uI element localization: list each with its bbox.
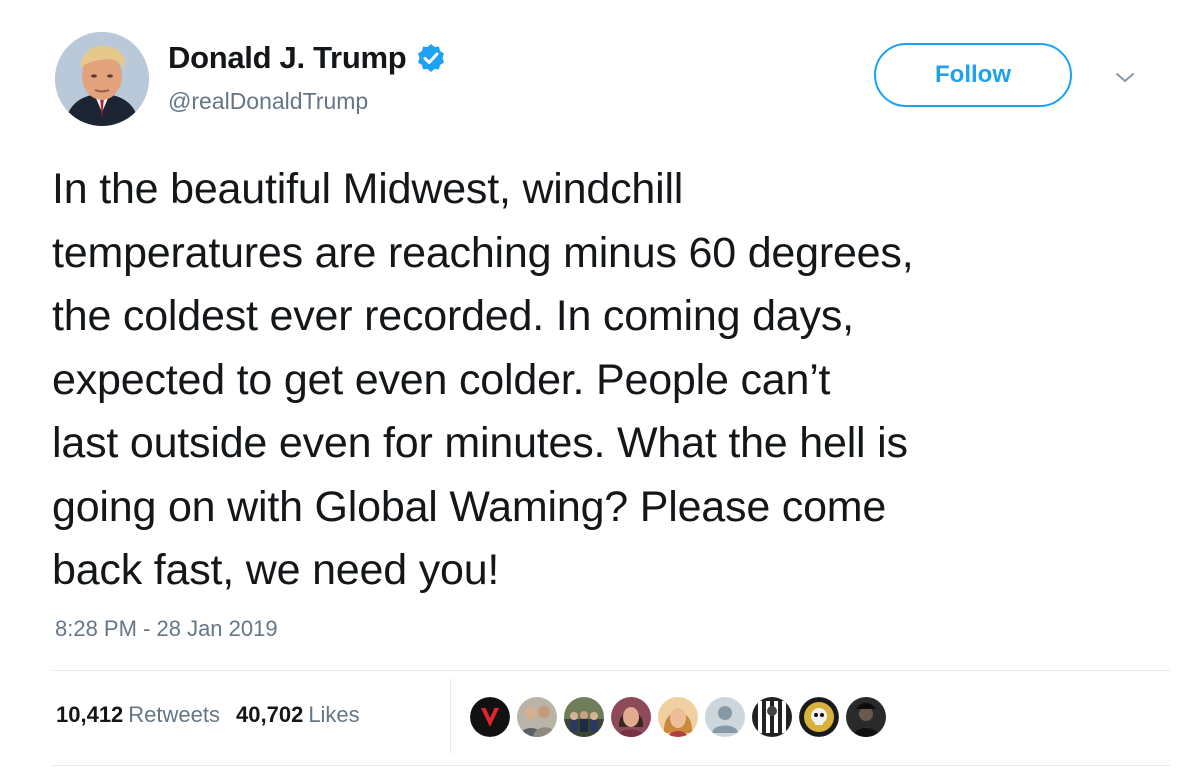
likes-label: Likes bbox=[308, 702, 360, 727]
blonde-woman-avatar[interactable] bbox=[658, 697, 698, 737]
likes-count: 40,702 bbox=[236, 702, 304, 727]
author-display-name[interactable]: Donald J. Trump bbox=[168, 40, 407, 76]
stats-separator bbox=[450, 678, 451, 754]
divider bbox=[52, 765, 1170, 766]
tweet-card: Donald J. Trump @realDonaldTrump Follow … bbox=[0, 0, 1200, 775]
author-name-row: Donald J. Trump bbox=[168, 40, 446, 76]
follow-button[interactable]: Follow bbox=[874, 43, 1072, 107]
verified-badge-icon bbox=[418, 44, 445, 72]
retweets-stat[interactable]: 10,412 Retweets bbox=[56, 702, 220, 728]
author-avatar[interactable] bbox=[55, 32, 149, 126]
likes-stat[interactable]: 40,702 Likes bbox=[236, 702, 360, 728]
group-avatar[interactable] bbox=[564, 697, 604, 737]
v-logo-avatar[interactable] bbox=[470, 697, 510, 737]
retweets-label: Retweets bbox=[128, 702, 221, 727]
retweets-count: 10,412 bbox=[56, 702, 124, 727]
dark-photo-avatar[interactable] bbox=[846, 697, 886, 737]
divider bbox=[52, 670, 1170, 671]
liker-avatars bbox=[470, 697, 893, 737]
tweet-stats: 10,412 Retweets 40,702 Likes bbox=[56, 702, 376, 728]
woman-avatar[interactable] bbox=[611, 697, 651, 737]
flag-avatar[interactable] bbox=[752, 697, 792, 737]
default-avatar[interactable] bbox=[705, 697, 745, 737]
tweet-timestamp[interactable]: 8:28 PM - 28 Jan 2019 bbox=[55, 616, 278, 642]
skull-badge-avatar[interactable] bbox=[799, 697, 839, 737]
author-handle[interactable]: @realDonaldTrump bbox=[168, 88, 368, 115]
couple-avatar[interactable] bbox=[517, 697, 557, 737]
chevron-down-icon[interactable] bbox=[1112, 68, 1138, 86]
tweet-text: In the beautiful Midwest, windchill temp… bbox=[52, 165, 914, 594]
